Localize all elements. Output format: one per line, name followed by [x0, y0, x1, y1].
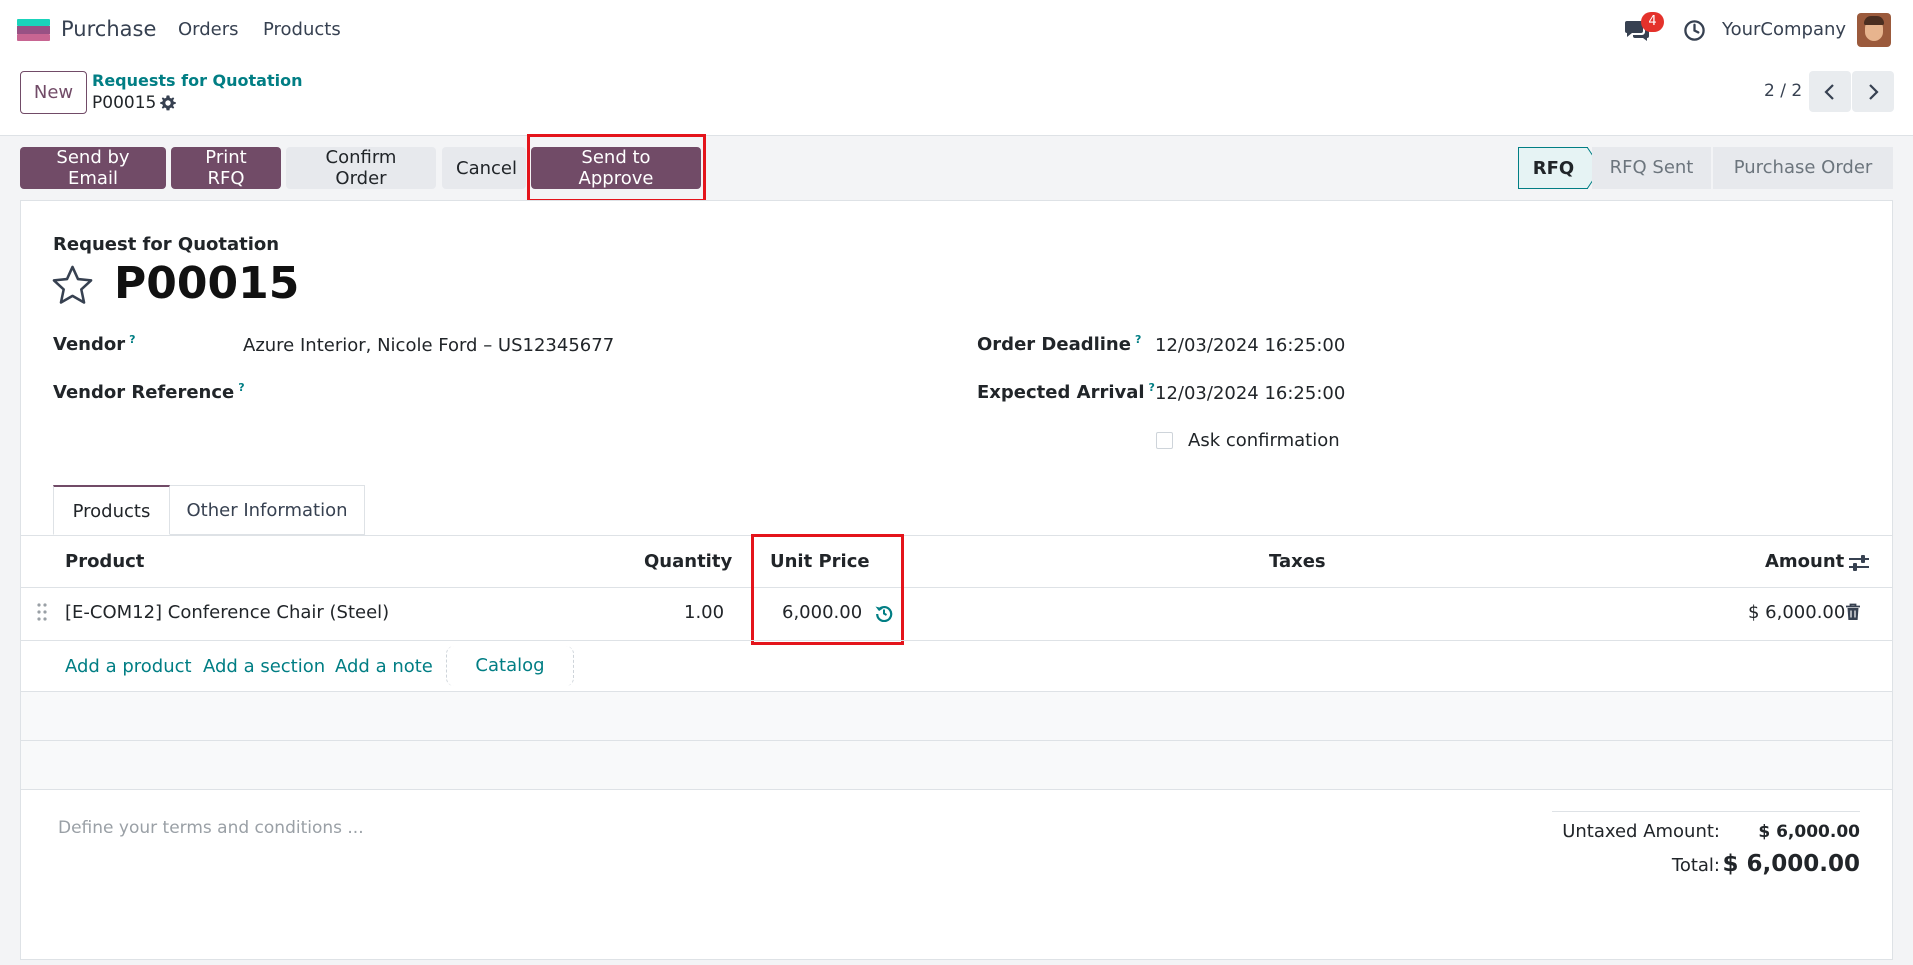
- notification-badge: 4: [1641, 12, 1664, 32]
- vendor-reference-label: Vendor Reference?: [53, 381, 245, 403]
- order-deadline-label: Order Deadline?: [977, 333, 1142, 355]
- totals-divider: [1552, 811, 1860, 812]
- column-header-taxes[interactable]: Taxes: [1269, 551, 1326, 572]
- stage-rfq-sent[interactable]: RFQ Sent: [1592, 147, 1711, 189]
- untaxed-amount-label: Untaxed Amount:: [1562, 821, 1720, 842]
- pager-next-button[interactable]: [1852, 71, 1894, 112]
- stage-purchase-order[interactable]: Purchase Order: [1713, 147, 1893, 189]
- tab-other-information[interactable]: Other Information: [170, 485, 365, 535]
- print-rfq-button[interactable]: Print RFQ: [171, 147, 281, 189]
- untaxed-amount-value: $ 6,000.00: [1758, 822, 1860, 842]
- expected-arrival-field[interactable]: 12/03/2024 16:25:00: [1155, 383, 1345, 404]
- vendor-field[interactable]: Azure Interior, Nicole Ford – US12345677: [243, 335, 614, 356]
- chevron-left-icon: [1824, 84, 1834, 100]
- drag-handle-icon[interactable]: [37, 603, 47, 621]
- cancel-button[interactable]: Cancel: [442, 147, 526, 189]
- send-by-email-button[interactable]: Send by Email: [20, 147, 166, 189]
- highlight-unit-price: [751, 534, 904, 645]
- line-quantity[interactable]: 1.00: [684, 602, 724, 623]
- new-button[interactable]: New: [20, 71, 87, 114]
- add-product-link[interactable]: Add a product: [65, 656, 192, 677]
- star-icon[interactable]: [51, 264, 94, 307]
- row-divider: [20, 640, 1893, 641]
- breadcrumb-current: P00015: [92, 93, 157, 113]
- column-header-product[interactable]: Product: [65, 551, 144, 572]
- pager-value[interactable]: 2 / 2: [1764, 81, 1802, 101]
- document-title: P00015: [114, 258, 300, 309]
- line-product[interactable]: [E-COM12] Conference Chair (Steel): [65, 602, 389, 623]
- company-switcher[interactable]: YourCompany: [1722, 19, 1846, 40]
- breadcrumb-parent[interactable]: Requests for Quotation: [92, 71, 303, 90]
- header-divider: [20, 587, 1893, 588]
- vendor-label: Vendor?: [53, 333, 136, 355]
- row-divider: [20, 691, 1893, 692]
- activity-clock-icon[interactable]: [1683, 19, 1706, 42]
- tab-products[interactable]: Products: [53, 485, 170, 535]
- confirm-order-button[interactable]: Confirm Order: [286, 147, 436, 189]
- gear-icon[interactable]: [159, 94, 177, 112]
- column-header-amount[interactable]: Amount: [1765, 551, 1844, 572]
- help-tooltip-icon[interactable]: ?: [129, 333, 135, 346]
- row-divider: [20, 740, 1893, 741]
- highlight-send-to-approve: [527, 134, 706, 202]
- optional-columns-icon[interactable]: [1848, 553, 1870, 573]
- user-avatar[interactable]: [1857, 13, 1891, 47]
- menu-orders[interactable]: Orders: [178, 19, 239, 40]
- add-section-link[interactable]: Add a section: [203, 656, 325, 677]
- line-amount: $ 6,000.00: [1748, 602, 1846, 623]
- pager-previous-button[interactable]: [1809, 71, 1851, 112]
- ask-confirmation-label[interactable]: Ask confirmation: [1188, 430, 1340, 451]
- row-divider: [20, 789, 1893, 790]
- menu-products[interactable]: Products: [263, 19, 341, 40]
- order-deadline-field[interactable]: 12/03/2024 16:25:00: [1155, 335, 1345, 356]
- ask-confirmation-checkbox[interactable]: [1156, 432, 1173, 449]
- catalog-button[interactable]: Catalog: [446, 646, 574, 686]
- vendor-reference-field[interactable]: [243, 383, 923, 407]
- terms-and-conditions-field[interactable]: Define your terms and conditions ...: [58, 818, 364, 838]
- total-value: $ 6,000.00: [1722, 851, 1860, 877]
- app-name[interactable]: Purchase: [61, 17, 156, 41]
- control-panel: New Requests for Quotation P00015 2 / 2: [0, 60, 1913, 136]
- help-tooltip-icon[interactable]: ?: [1149, 381, 1155, 394]
- expected-arrival-label: Expected Arrival?: [977, 381, 1155, 403]
- document-type-label: Request for Quotation: [53, 234, 280, 255]
- chevron-right-icon: [1869, 84, 1879, 100]
- stage-rfq[interactable]: RFQ: [1518, 147, 1588, 189]
- form-sheet: [20, 200, 1893, 960]
- delete-line-icon[interactable]: [1845, 603, 1861, 621]
- add-note-link[interactable]: Add a note: [335, 656, 433, 677]
- column-header-quantity[interactable]: Quantity: [644, 551, 732, 572]
- purchase-app-icon[interactable]: [17, 19, 50, 41]
- help-tooltip-icon[interactable]: ?: [1135, 333, 1141, 346]
- top-navbar: Purchase Orders Products 4 YourCompany: [0, 0, 1913, 60]
